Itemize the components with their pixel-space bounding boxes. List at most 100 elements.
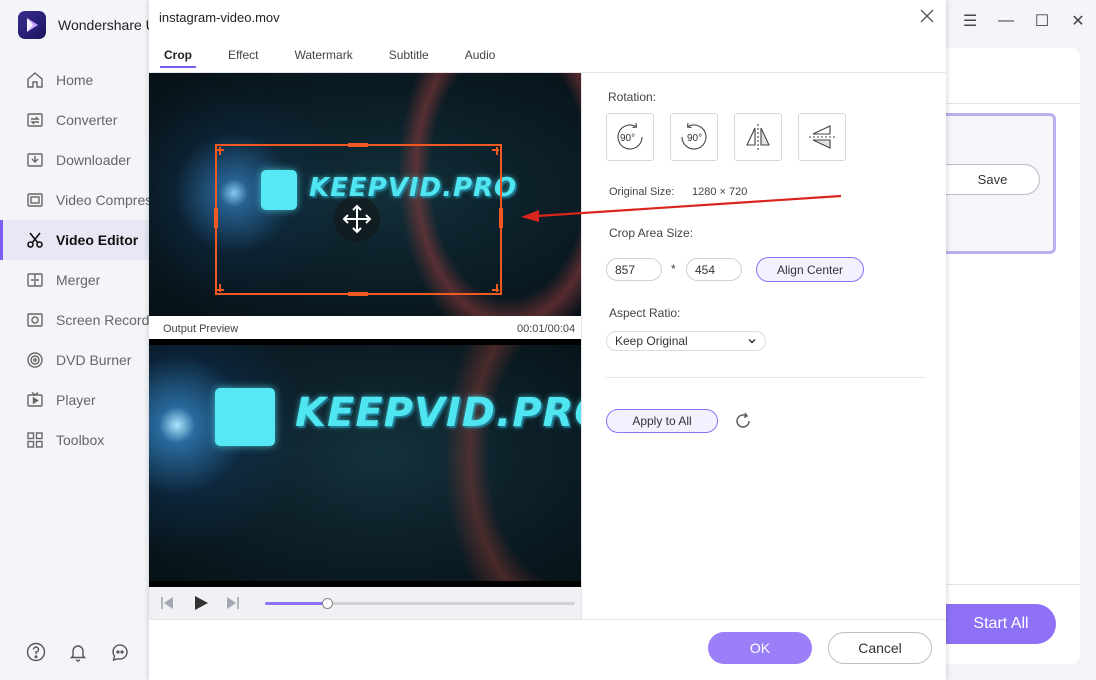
video-logo-mark xyxy=(215,388,275,446)
ok-button[interactable]: OK xyxy=(708,632,812,664)
window-close-icon[interactable]: ✕ xyxy=(1060,10,1096,32)
progress-fill xyxy=(265,602,327,605)
tab-bar: Crop Effect Watermark Subtitle Audio xyxy=(160,46,527,68)
scissors-icon xyxy=(27,232,43,248)
rotate-right-text: 90° xyxy=(687,133,702,144)
crop-corner-tr[interactable] xyxy=(496,147,498,155)
help-icon[interactable] xyxy=(26,642,46,662)
sidebar-item-label: DVD Burner xyxy=(56,352,132,368)
dvd-icon xyxy=(27,352,43,368)
app-logo-icon xyxy=(18,11,46,39)
sidebar-item-label: Converter xyxy=(56,112,118,128)
dialog-title: instagram-video.mov xyxy=(159,10,280,25)
playback-controls xyxy=(149,587,581,619)
cancel-button[interactable]: Cancel xyxy=(828,632,932,664)
sidebar: Wondershare U Home Converter Downloader … xyxy=(0,0,156,680)
crop-handle-right[interactable] xyxy=(499,208,503,228)
sidebar-nav: Home Converter Downloader Video Compres … xyxy=(0,60,149,460)
progress-slider[interactable] xyxy=(265,598,575,609)
rotate-left-text: 90° xyxy=(620,133,635,144)
tab-subtitle[interactable]: Subtitle xyxy=(385,46,433,68)
crop-handle-top[interactable] xyxy=(348,143,368,147)
apply-to-all-button[interactable]: Apply to All xyxy=(606,409,718,433)
align-center-button[interactable]: Align Center xyxy=(756,257,864,282)
sidebar-item-video-compressor[interactable]: Video Compres xyxy=(0,180,149,220)
aspect-ratio-label: Aspect Ratio: xyxy=(609,306,681,320)
video-logo-text: KEEPVID.PRO xyxy=(295,390,581,436)
sidebar-item-player[interactable]: Player xyxy=(0,380,149,420)
downloader-icon xyxy=(27,153,43,167)
crop-corner-br[interactable] xyxy=(496,284,498,292)
sidebar-item-video-editor[interactable]: Video Editor xyxy=(0,220,149,260)
crop-width-input[interactable] xyxy=(606,258,662,281)
sidebar-item-converter[interactable]: Converter xyxy=(0,100,149,140)
rotate-left-icon: 90° xyxy=(617,122,643,150)
flip-vertical-icon xyxy=(809,125,835,149)
merger-icon xyxy=(27,273,43,287)
crop-dialog: instagram-video.mov Crop Effect Watermar… xyxy=(149,0,946,680)
feedback-icon[interactable] xyxy=(110,642,130,662)
flip-horizontal-button[interactable] xyxy=(734,113,782,161)
player-icon xyxy=(27,391,43,407)
time-display: 00:01/00:04 xyxy=(517,323,576,335)
tab-effect[interactable]: Effect xyxy=(224,46,262,68)
progress-knob[interactable] xyxy=(322,598,333,609)
annotation-arrow xyxy=(521,194,842,222)
save-button[interactable]: Save xyxy=(946,164,1040,195)
sidebar-item-toolbox[interactable]: Toolbox xyxy=(0,420,149,460)
crop-handle-bottom[interactable] xyxy=(348,292,368,296)
brand: Wondershare U xyxy=(18,10,156,40)
brand-name: Wondershare U xyxy=(58,17,156,33)
notification-bell-icon[interactable] xyxy=(68,642,88,662)
tab-crop[interactable]: Crop xyxy=(160,46,196,68)
minimize-icon[interactable]: — xyxy=(988,10,1024,32)
crop-corner-bl[interactable] xyxy=(219,284,221,292)
sidebar-footer xyxy=(26,642,130,662)
tab-audio[interactable]: Audio xyxy=(461,46,500,68)
aspect-ratio-value: Keep Original xyxy=(615,334,688,348)
flip-horizontal-icon xyxy=(746,124,770,150)
crop-settings-panel: Rotation: 90° 90° Original Size: 1280 × … xyxy=(582,73,946,619)
sidebar-item-label: Merger xyxy=(56,272,101,288)
rotate-left-button[interactable]: 90° xyxy=(606,113,654,161)
window-controls: ☰ — ☐ ✕ xyxy=(952,10,1096,32)
crop-corner-tl[interactable] xyxy=(219,147,221,155)
output-preview-canvas: KEEPVID.PRO xyxy=(149,345,581,587)
menu-icon[interactable]: ☰ xyxy=(952,10,988,32)
sidebar-item-label: Player xyxy=(56,392,96,408)
sidebar-item-label: Video Editor xyxy=(56,232,139,248)
start-all-button[interactable]: Start All xyxy=(946,604,1056,644)
crop-handle-left[interactable] xyxy=(214,208,218,228)
play-icon[interactable] xyxy=(193,595,209,611)
tab-watermark[interactable]: Watermark xyxy=(290,46,356,68)
reset-icon[interactable] xyxy=(734,412,752,430)
crop-size-separator: * xyxy=(671,262,676,276)
rotation-label: Rotation: xyxy=(608,90,657,104)
aspect-ratio-select[interactable]: Keep Original xyxy=(606,331,766,351)
main-panel-background: ☰ — ☐ ✕ Save Start All xyxy=(946,0,1096,680)
sidebar-item-label: Downloader xyxy=(56,152,131,168)
rotate-right-button[interactable]: 90° xyxy=(670,113,718,161)
close-icon[interactable] xyxy=(918,7,936,25)
flip-vertical-button[interactable] xyxy=(798,113,846,161)
maximize-icon[interactable]: ☐ xyxy=(1024,10,1060,32)
previous-frame-icon[interactable] xyxy=(159,595,175,611)
output-preview-label: Output Preview xyxy=(163,323,239,335)
sidebar-item-label: Home xyxy=(56,72,94,88)
rotate-right-icon: 90° xyxy=(681,122,707,150)
move-icon xyxy=(342,204,372,234)
converter-icon xyxy=(27,113,43,127)
sidebar-item-merger[interactable]: Merger xyxy=(0,260,149,300)
sidebar-item-home[interactable]: Home xyxy=(0,60,149,100)
sidebar-item-screen-recorder[interactable]: Screen Recorde xyxy=(0,300,149,340)
home-icon xyxy=(27,72,43,88)
next-frame-icon[interactable] xyxy=(225,595,241,611)
sidebar-item-label: Toolbox xyxy=(56,432,105,448)
sidebar-item-dvd-burner[interactable]: DVD Burner xyxy=(0,340,149,380)
sidebar-item-downloader[interactable]: Downloader xyxy=(0,140,149,180)
sidebar-item-label: Video Compres xyxy=(56,192,149,208)
screen-recorder-icon xyxy=(27,313,43,327)
move-crop-handle[interactable] xyxy=(334,196,380,242)
crop-height-input[interactable] xyxy=(686,258,742,281)
compress-icon xyxy=(27,193,43,207)
